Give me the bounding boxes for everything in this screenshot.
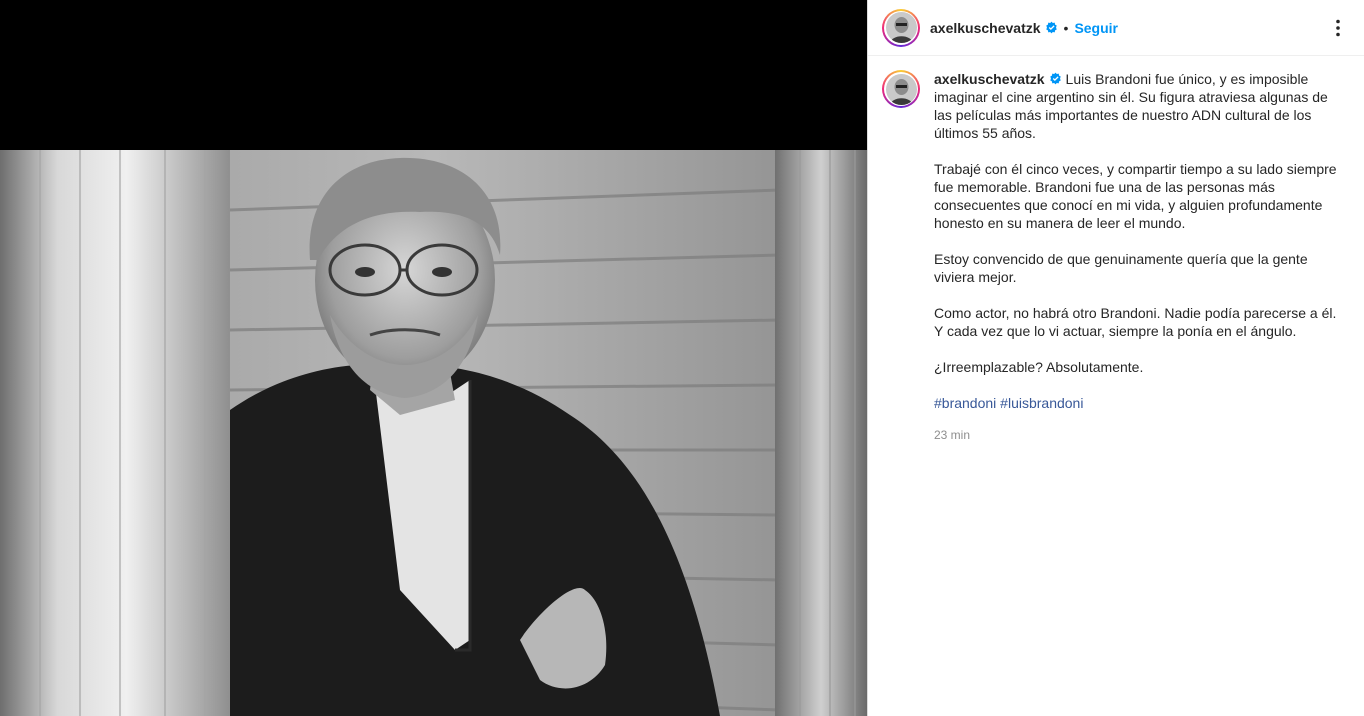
author-handle[interactable]: axelkuschevatzk <box>930 20 1041 36</box>
caption-paragraph: Trabajé con él cinco veces, y compartir … <box>934 161 1337 231</box>
caption-paragraph: Como actor, no habrá otro Brandoni. Nadi… <box>934 305 1337 339</box>
caption-paragraph: Estoy convencido de que genuinamente que… <box>934 251 1308 285</box>
caption: axelkuschevatzk Luis Brandoni fue único, … <box>868 56 1364 444</box>
author-avatar[interactable] <box>882 8 920 47</box>
caption-author-handle[interactable]: axelkuschevatzk <box>934 71 1045 87</box>
post-photo <box>0 150 867 716</box>
hashtag-link[interactable]: #luisbrandoni <box>1000 395 1083 411</box>
separator-dot: • <box>1063 19 1069 36</box>
verified-badge-icon <box>1045 21 1057 34</box>
more-options-icon[interactable] <box>1326 16 1350 40</box>
post-modal: axelkuschevatzk • Seguir axelkuschevatzk… <box>0 0 1364 716</box>
post-timestamp[interactable]: 23 min <box>934 426 1339 444</box>
avatar-image <box>885 12 917 43</box>
caption-author-avatar[interactable] <box>882 70 920 108</box>
follow-button[interactable]: Seguir <box>1074 20 1118 36</box>
post-header: axelkuschevatzk • Seguir <box>868 0 1364 56</box>
post-media[interactable] <box>0 0 867 716</box>
post-sidebar: axelkuschevatzk • Seguir axelkuschevatzk… <box>867 0 1364 716</box>
verified-badge-icon <box>1049 72 1061 85</box>
caption-paragraph: ¿Irreemplazable? Absolutamente. <box>934 359 1144 375</box>
hashtag-link[interactable]: #brandoni <box>934 395 996 411</box>
hashtags: #brandoni #luisbrandoni <box>934 394 1339 412</box>
avatar-image <box>885 73 917 105</box>
caption-text: axelkuschevatzk Luis Brandoni fue único, … <box>934 70 1339 444</box>
